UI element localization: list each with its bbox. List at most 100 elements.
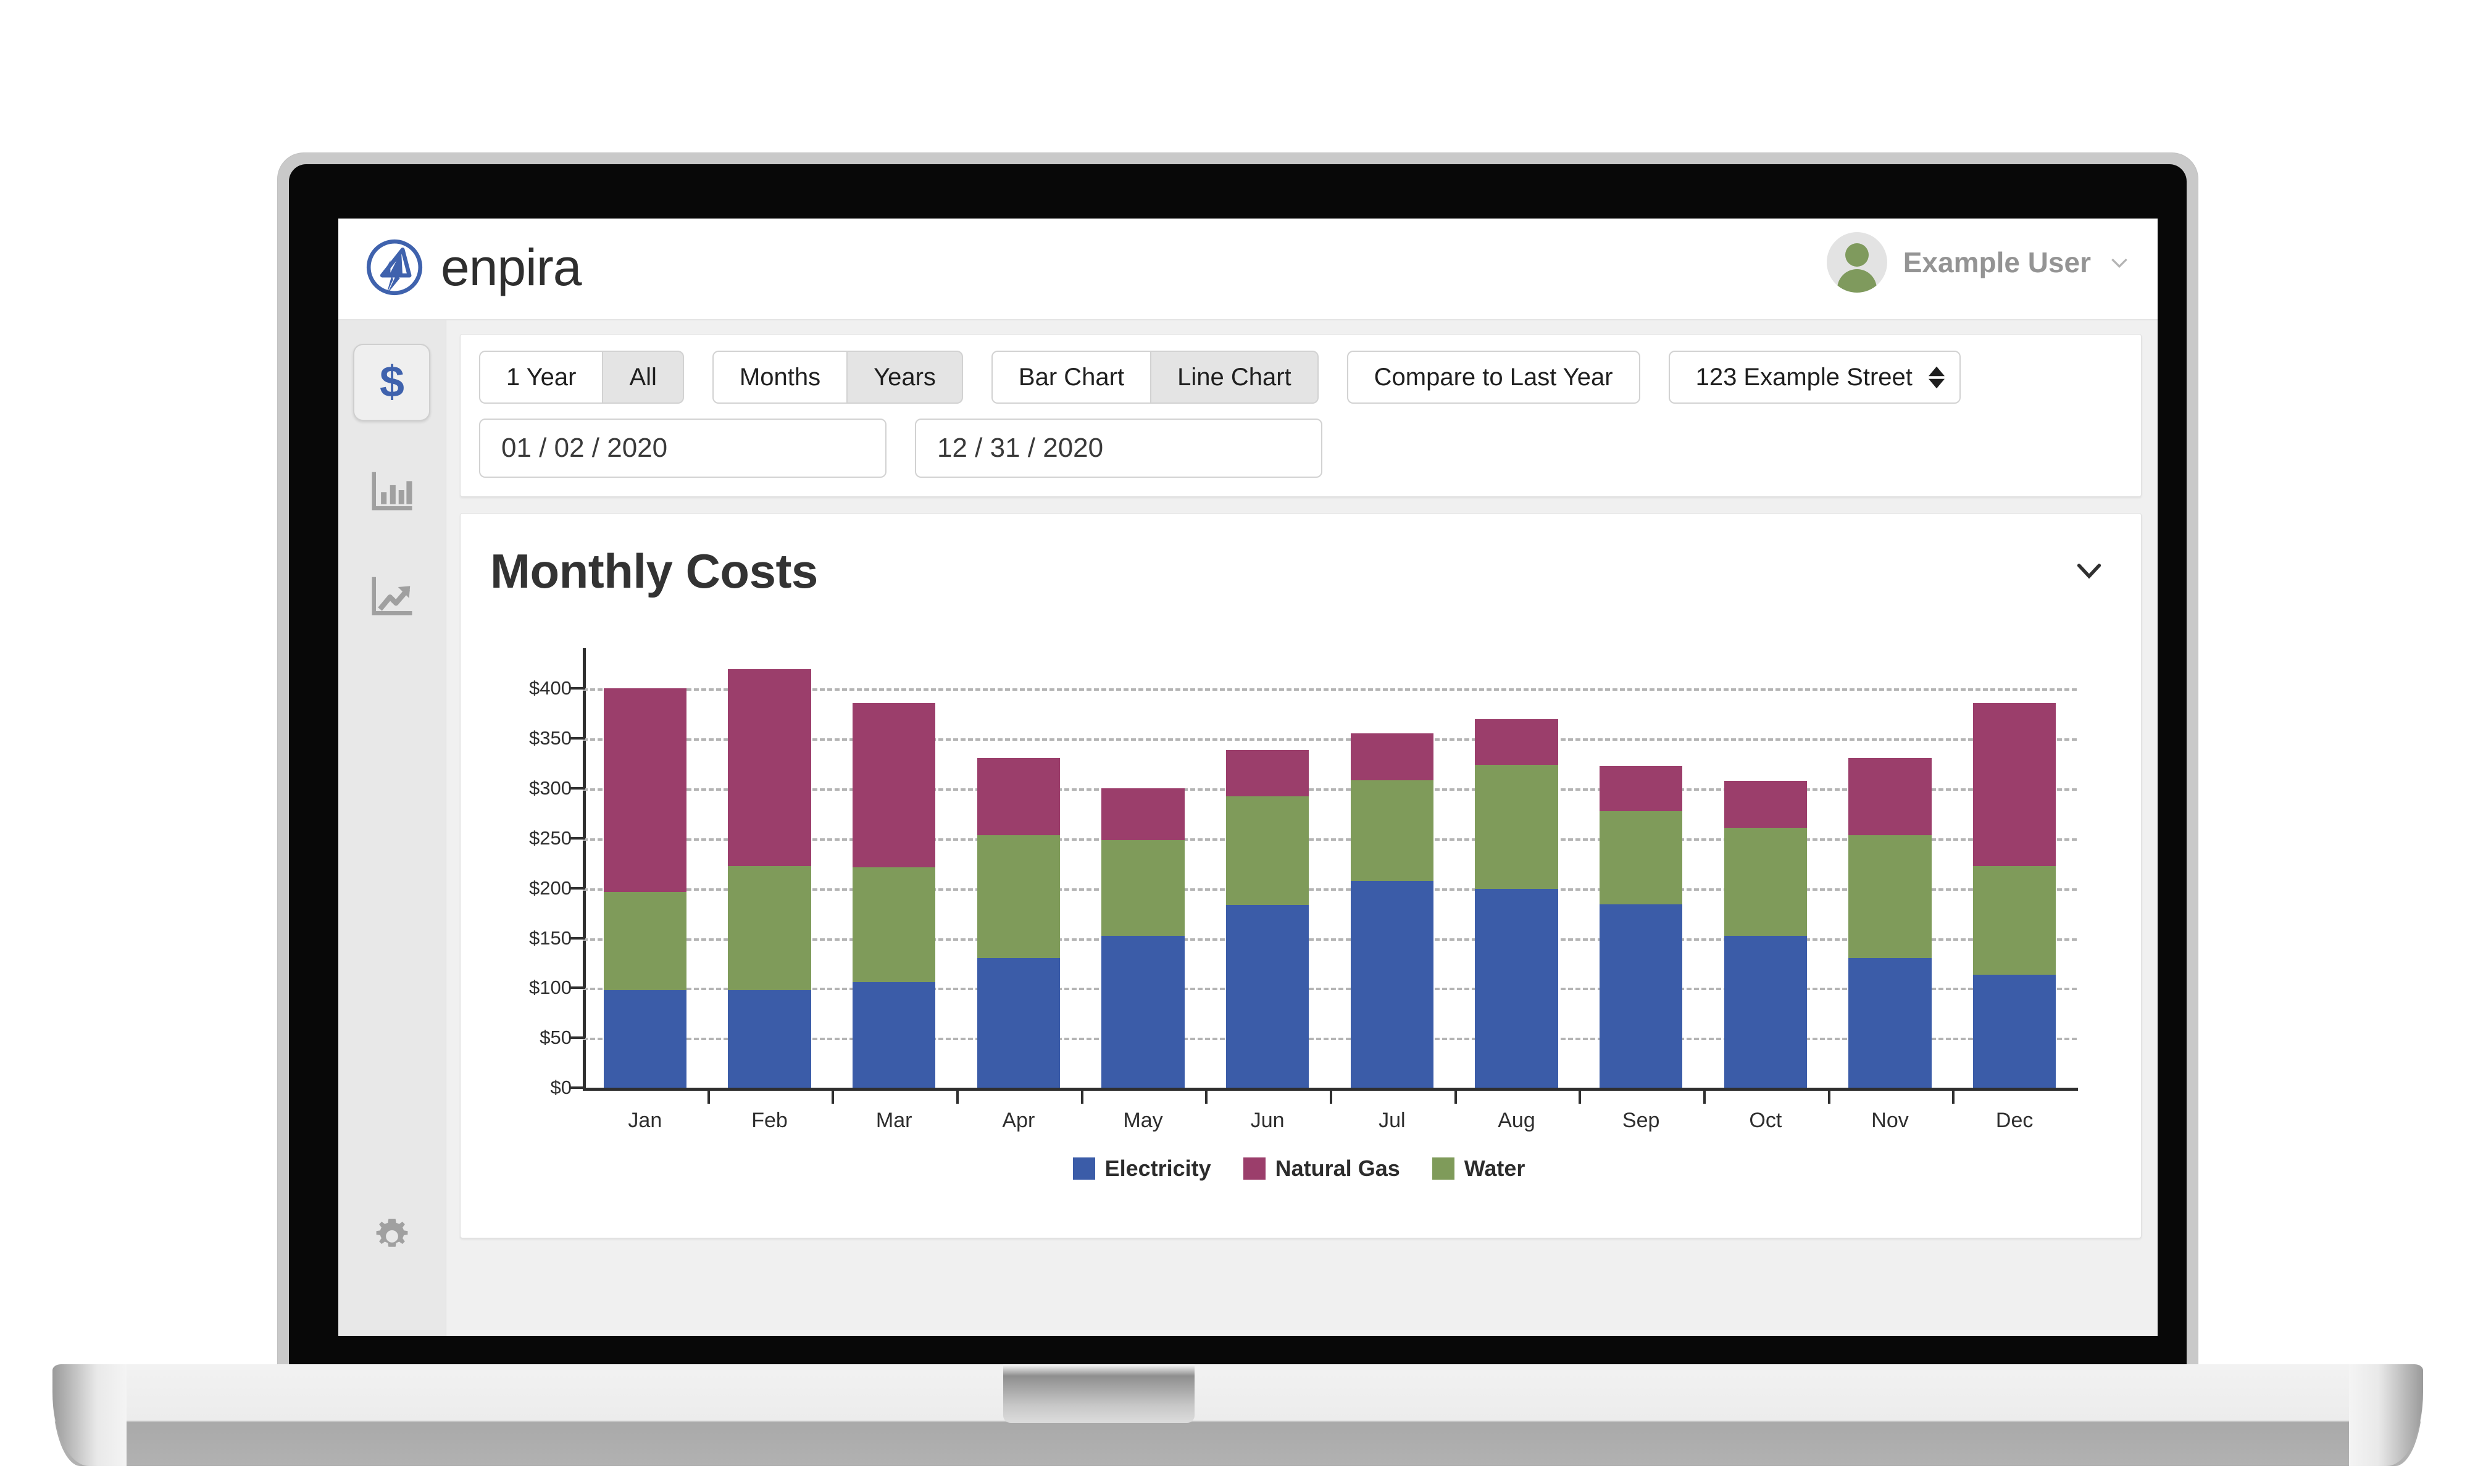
x-axis-tick-label: Jul xyxy=(1379,1109,1406,1133)
y-axis-tick-label: $350 xyxy=(529,727,572,749)
legend-item-electricity[interactable]: Electricity xyxy=(1072,1156,1211,1182)
laptop-base xyxy=(52,1364,2423,1466)
filter-row-dates: 01 / 02 / 2020 12 / 31 / 2020 xyxy=(479,419,2122,478)
range-option-1-year[interactable]: 1 Year xyxy=(479,351,603,404)
bar-column[interactable] xyxy=(603,688,686,1088)
legend-item-water[interactable]: Water xyxy=(1432,1156,1525,1182)
bar-segment-natural-gas xyxy=(1101,788,1185,840)
bar-segment-water xyxy=(603,892,686,990)
legend-swatch-icon xyxy=(1432,1157,1454,1180)
legend-label: Water xyxy=(1464,1156,1525,1182)
y-axis-tick-label: $250 xyxy=(529,827,572,849)
plot-area xyxy=(583,668,2077,1088)
bar-segment-natural-gas xyxy=(603,688,686,893)
bar-column[interactable] xyxy=(977,758,1060,1088)
end-date-input[interactable]: 12 / 31 / 2020 xyxy=(915,419,1322,478)
x-axis-tick-label: Sep xyxy=(1622,1109,1660,1133)
period-option-months[interactable]: Months xyxy=(712,351,848,404)
bar-segment-natural-gas xyxy=(1226,750,1309,796)
property-select[interactable]: 123 Example Street xyxy=(1668,351,1961,404)
chart-type-option-bar[interactable]: Bar Chart xyxy=(991,351,1151,404)
brand: enpira xyxy=(361,233,582,301)
chart-type-toggle-group: Bar Chart Line Chart xyxy=(991,351,1319,404)
sidebar-item-usage[interactable] xyxy=(353,453,430,530)
y-axis-tick-mark xyxy=(569,886,585,890)
bar-segment-electricity xyxy=(1475,889,1558,1088)
sidebar-item-trends[interactable] xyxy=(353,558,430,635)
filter-bar: 1 Year All Months Years Bar Chart Line C… xyxy=(460,334,2142,498)
y-axis-tick-mark xyxy=(569,986,585,990)
bar-segment-water xyxy=(1724,828,1807,936)
app-header: enpira Example User xyxy=(338,219,2158,320)
y-axis-tick-mark xyxy=(569,836,585,840)
x-axis-tick-mark xyxy=(1703,1088,1706,1104)
sidebar: $ xyxy=(338,320,446,1336)
y-axis-tick-label: $0 xyxy=(550,1077,572,1099)
bar-segment-electricity xyxy=(1101,936,1185,1088)
bar-segment-electricity xyxy=(853,982,936,1088)
legend-label: Electricity xyxy=(1104,1156,1211,1182)
bar-column[interactable] xyxy=(1101,788,1185,1088)
bar-column[interactable] xyxy=(1848,758,1932,1088)
period-option-years[interactable]: Years xyxy=(847,351,963,404)
x-axis-tick-label: Nov xyxy=(1871,1109,1909,1133)
chevron-down-icon[interactable] xyxy=(2072,552,2106,590)
bar-column[interactable] xyxy=(1973,703,2056,1088)
property-select-value: 123 Example Street xyxy=(1695,364,1913,391)
x-axis-tick-label: Feb xyxy=(751,1109,788,1133)
bar-column[interactable] xyxy=(728,669,811,1088)
bar-segment-electricity xyxy=(1350,881,1433,1088)
bar-column[interactable] xyxy=(1724,781,1807,1088)
bar-column[interactable] xyxy=(1475,719,1558,1088)
y-axis-tick-label: $400 xyxy=(529,677,572,699)
legend-item-natural-gas[interactable]: Natural Gas xyxy=(1243,1156,1400,1182)
bar-segment-natural-gas xyxy=(1600,766,1683,811)
bar-column[interactable] xyxy=(1226,750,1309,1088)
range-toggle-group: 1 Year All xyxy=(479,351,684,404)
x-axis-tick-mark xyxy=(1080,1088,1083,1104)
y-axis-tick-label: $200 xyxy=(529,877,572,899)
y-axis-tick-mark xyxy=(569,786,585,790)
start-date-input[interactable]: 01 / 02 / 2020 xyxy=(479,419,887,478)
y-axis-tick-label: $50 xyxy=(540,1027,572,1049)
x-axis-tick-mark xyxy=(707,1088,710,1104)
y-axis-tick-mark xyxy=(569,686,585,690)
laptop-screen: enpira Example User $ 1 Year All Months … xyxy=(338,219,2158,1336)
laptop-screen-bezel: enpira Example User $ 1 Year All Months … xyxy=(289,164,2187,1370)
bar-segment-water xyxy=(728,865,811,990)
y-axis-tick-mark xyxy=(569,1036,585,1040)
bar-column[interactable] xyxy=(1350,733,1433,1088)
chart-card-header: Monthly Costs xyxy=(461,514,2141,599)
y-axis-tick-label: $150 xyxy=(529,927,572,949)
bar-segment-water xyxy=(1973,865,2056,975)
range-option-all[interactable]: All xyxy=(603,351,684,404)
legend-swatch-icon xyxy=(1072,1157,1095,1180)
monthly-costs-chart: Electricity Natural Gas Water $0 $50 $100 $15… xyxy=(490,648,2108,1181)
user-menu[interactable]: Example User xyxy=(1826,232,2132,293)
chart-type-option-line[interactable]: Line Chart xyxy=(1151,351,1319,404)
brand-name: enpira xyxy=(441,238,582,296)
main-content: 1 Year All Months Years Bar Chart Line C… xyxy=(446,320,2158,1336)
sidebar-item-settings[interactable] xyxy=(353,1200,430,1277)
bar-segment-water xyxy=(1350,780,1433,882)
bar-segment-electricity xyxy=(977,957,1060,1088)
bar-column[interactable] xyxy=(1600,766,1683,1088)
sort-arrows-icon xyxy=(1928,366,1945,389)
x-axis-tick-mark xyxy=(832,1088,835,1104)
bar-segment-electricity xyxy=(1973,975,2056,1088)
chevron-down-icon[interactable] xyxy=(2107,250,2132,275)
compare-to-last-year-button[interactable]: Compare to Last Year xyxy=(1346,351,1640,404)
sidebar-item-costs[interactable]: $ xyxy=(353,344,430,421)
svg-text:$: $ xyxy=(380,357,404,406)
legend-label: Natural Gas xyxy=(1275,1156,1400,1182)
bar-segment-electricity xyxy=(603,990,686,1088)
avatar xyxy=(1826,232,1887,293)
laptop-base-right-edge xyxy=(2349,1364,2423,1466)
bar-column[interactable] xyxy=(853,703,936,1088)
bar-segment-natural-gas xyxy=(977,758,1060,835)
x-axis-tick-label: Dec xyxy=(1995,1109,2034,1133)
page-title: Monthly Costs xyxy=(490,544,818,599)
bar-segment-water xyxy=(853,867,936,982)
x-axis-tick-mark xyxy=(1952,1088,1955,1104)
x-axis-tick-label: May xyxy=(1123,1109,1163,1133)
